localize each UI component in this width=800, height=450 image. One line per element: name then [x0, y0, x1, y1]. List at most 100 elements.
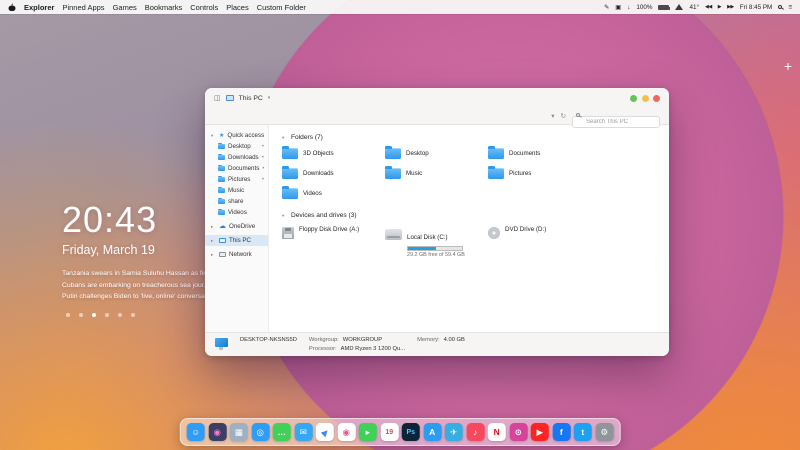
dock-icon-finder[interactable]: ☺ — [186, 423, 205, 441]
sidebar-item-documents[interactable]: Documents • — [205, 163, 268, 174]
folder-tile-videos[interactable]: Videos — [282, 185, 385, 199]
media-play-icon[interactable]: ▶ — [718, 4, 722, 10]
menu-item-custom-folder[interactable]: Custom Folder — [257, 3, 306, 12]
dock-icon-photoshop[interactable]: Ps — [401, 423, 420, 441]
section-header-devices[interactable]: ▾ Devices and drives (3) — [282, 212, 669, 219]
sidebar-item-videos[interactable]: Videos — [205, 207, 268, 218]
folder-name: Videos — [303, 190, 322, 197]
sidebar-item-pictures[interactable]: Pictures • — [205, 174, 268, 185]
processor-value: AMD Ryzen 3 1200 Qu... — [340, 345, 406, 352]
sidebar-label: Downloads — [228, 154, 259, 161]
news-headline[interactable]: Putin challenges Biden to 'live, online'… — [62, 293, 212, 300]
pin-icon: • — [261, 143, 264, 150]
folder-tile-desktop[interactable]: Desktop — [385, 145, 488, 159]
display-icon[interactable]: ▣ — [615, 4, 621, 11]
menu-item-bookmarks[interactable]: Bookmarks — [145, 3, 183, 12]
drive-tile-dvd[interactable]: DVD Drive (D:) — [488, 226, 591, 258]
sidebar-item-network[interactable]: ▸ Network — [205, 249, 268, 260]
sidebar-item-desktop[interactable]: Desktop • — [205, 141, 268, 152]
instagram-icon: ⊙ — [514, 426, 522, 437]
chevron-down-icon[interactable]: ▾ — [211, 133, 216, 139]
carousel-dot-active[interactable] — [92, 313, 96, 317]
section-label: Folders (7) — [291, 134, 323, 141]
sidebar-item-music[interactable]: Music — [205, 185, 268, 196]
disk-free-space: 29.2 GB free of 59.4 GB — [407, 252, 465, 258]
control-center-icon[interactable]: ≡ — [788, 4, 792, 11]
folder-tile-music[interactable]: Music — [385, 165, 488, 179]
zoom-button[interactable] — [630, 94, 637, 102]
carousel-dot[interactable] — [66, 313, 70, 317]
panel-toggle-icon[interactable]: ◫ — [214, 94, 221, 102]
media-prev-icon[interactable]: ◀◀ — [705, 4, 712, 10]
download-icon[interactable]: ↓ — [627, 4, 630, 11]
dock-icon-netflix[interactable]: N — [487, 423, 506, 441]
edit-icon[interactable]: ✎ — [604, 4, 609, 11]
section-label: Devices and drives (3) — [291, 212, 357, 219]
dvd-disc-icon — [488, 227, 500, 239]
carousel-dot[interactable] — [105, 313, 109, 317]
search-icon[interactable] — [778, 5, 783, 9]
refresh-icon[interactable]: ↻ — [561, 112, 566, 120]
window-toolbar: ▾ ↻ — [205, 108, 669, 128]
dock-icon-maps[interactable]: ▶ — [315, 423, 334, 441]
menu-item-games[interactable]: Games — [113, 3, 137, 12]
dock-icon-photos[interactable]: ◉ — [337, 423, 356, 441]
dock-icon-settings[interactable]: ⚙ — [595, 423, 614, 441]
sidebar-item-share[interactable]: share — [205, 196, 268, 207]
file-list-area: ▾ Folders (7) 3D Objects Desktop Documen… — [269, 125, 669, 332]
dock-icon-messages[interactable]: … — [272, 423, 291, 441]
menu-item-pinned-apps[interactable]: Pinned Apps — [62, 3, 104, 12]
dock-icon-youtube[interactable]: ▶ — [530, 423, 549, 441]
sidebar-item-this-pc[interactable]: ▸ This PC — [205, 235, 268, 246]
folder-tile-3d-objects[interactable]: 3D Objects — [282, 145, 385, 159]
drive-tile-local-disk[interactable]: Local Disk (C:) 29.2 GB free of 59.4 GB — [385, 226, 488, 258]
menubar-menus: Explorer Pinned Apps Games Bookmarks Con… — [8, 3, 306, 12]
dock-icon-facebook[interactable]: f — [552, 423, 571, 441]
floppy-disk-icon — [282, 227, 294, 239]
carousel-dot[interactable] — [131, 313, 135, 317]
folder-tile-pictures[interactable]: Pictures — [488, 165, 591, 179]
sidebar-item-onedrive[interactable]: ▸ ☁ OneDrive — [205, 221, 268, 232]
dock-icon-appstore[interactable]: A — [423, 423, 442, 441]
search-input[interactable] — [572, 116, 660, 128]
dock-icon-music[interactable]: ♪ — [466, 423, 485, 441]
wifi-icon[interactable] — [675, 4, 684, 10]
chevron-right-icon[interactable]: ▸ — [211, 252, 216, 258]
carousel-dot[interactable] — [79, 313, 83, 317]
chevron-right-icon[interactable]: ▸ — [211, 224, 216, 230]
folder-icon — [385, 165, 401, 179]
dock-icon-launchpad[interactable]: ▦ — [229, 423, 248, 441]
chevron-right-icon[interactable]: ▸ — [211, 238, 216, 244]
drive-tile-floppy[interactable]: Floppy Disk Drive (A:) — [282, 226, 385, 258]
media-next-icon[interactable]: ▶▶ — [727, 4, 734, 10]
minimize-button[interactable] — [641, 94, 649, 102]
sidebar-item-downloads[interactable]: Downloads • — [205, 152, 268, 163]
window-titlebar[interactable]: ◫ This PC ▾ — [205, 88, 669, 108]
menubar-clock[interactable]: Fri 8:45 PM — [740, 4, 773, 11]
dock-icon-telegram[interactable]: ✈ — [444, 423, 463, 441]
menu-item-places[interactable]: Places — [226, 3, 249, 12]
dock-icon-mail[interactable]: ✉ — [294, 423, 313, 441]
news-headline[interactable]: Cubans are embarking on treacherous sea … — [62, 282, 212, 289]
dock-icon-instagram[interactable]: ⊙ — [509, 423, 528, 441]
chevron-down-icon[interactable]: ▾ — [551, 112, 554, 120]
folder-tile-downloads[interactable]: Downloads — [282, 165, 385, 179]
apple-menu-icon[interactable] — [8, 3, 16, 12]
dock-icon-safari[interactable]: ◎ — [251, 423, 270, 441]
add-widget-button[interactable]: + — [784, 58, 792, 74]
menu-item-controls[interactable]: Controls — [190, 3, 218, 12]
carousel-dot[interactable] — [118, 313, 122, 317]
photos-icon: ◉ — [342, 426, 350, 437]
sidebar-item-quick-access[interactable]: ▾ ★ Quick access — [205, 130, 268, 141]
messages-icon: … — [277, 426, 287, 437]
dock-icon-facetime[interactable]: ▸ — [358, 423, 377, 441]
news-headline[interactable]: Tanzania swears in Samia Suluhu Hassan a… — [62, 270, 212, 277]
close-button[interactable] — [653, 94, 660, 102]
menu-item-explorer[interactable]: Explorer — [24, 3, 54, 12]
section-header-folders[interactable]: ▾ Folders (7) — [282, 134, 669, 141]
dock-icon-siri[interactable]: ◉ — [208, 423, 227, 441]
dock-icon-twitter[interactable]: t — [573, 423, 592, 441]
folder-tile-documents[interactable]: Documents — [488, 145, 591, 159]
chevron-down-icon[interactable]: ▾ — [268, 95, 271, 101]
dock-icon-calendar[interactable]: 19 — [380, 423, 399, 441]
